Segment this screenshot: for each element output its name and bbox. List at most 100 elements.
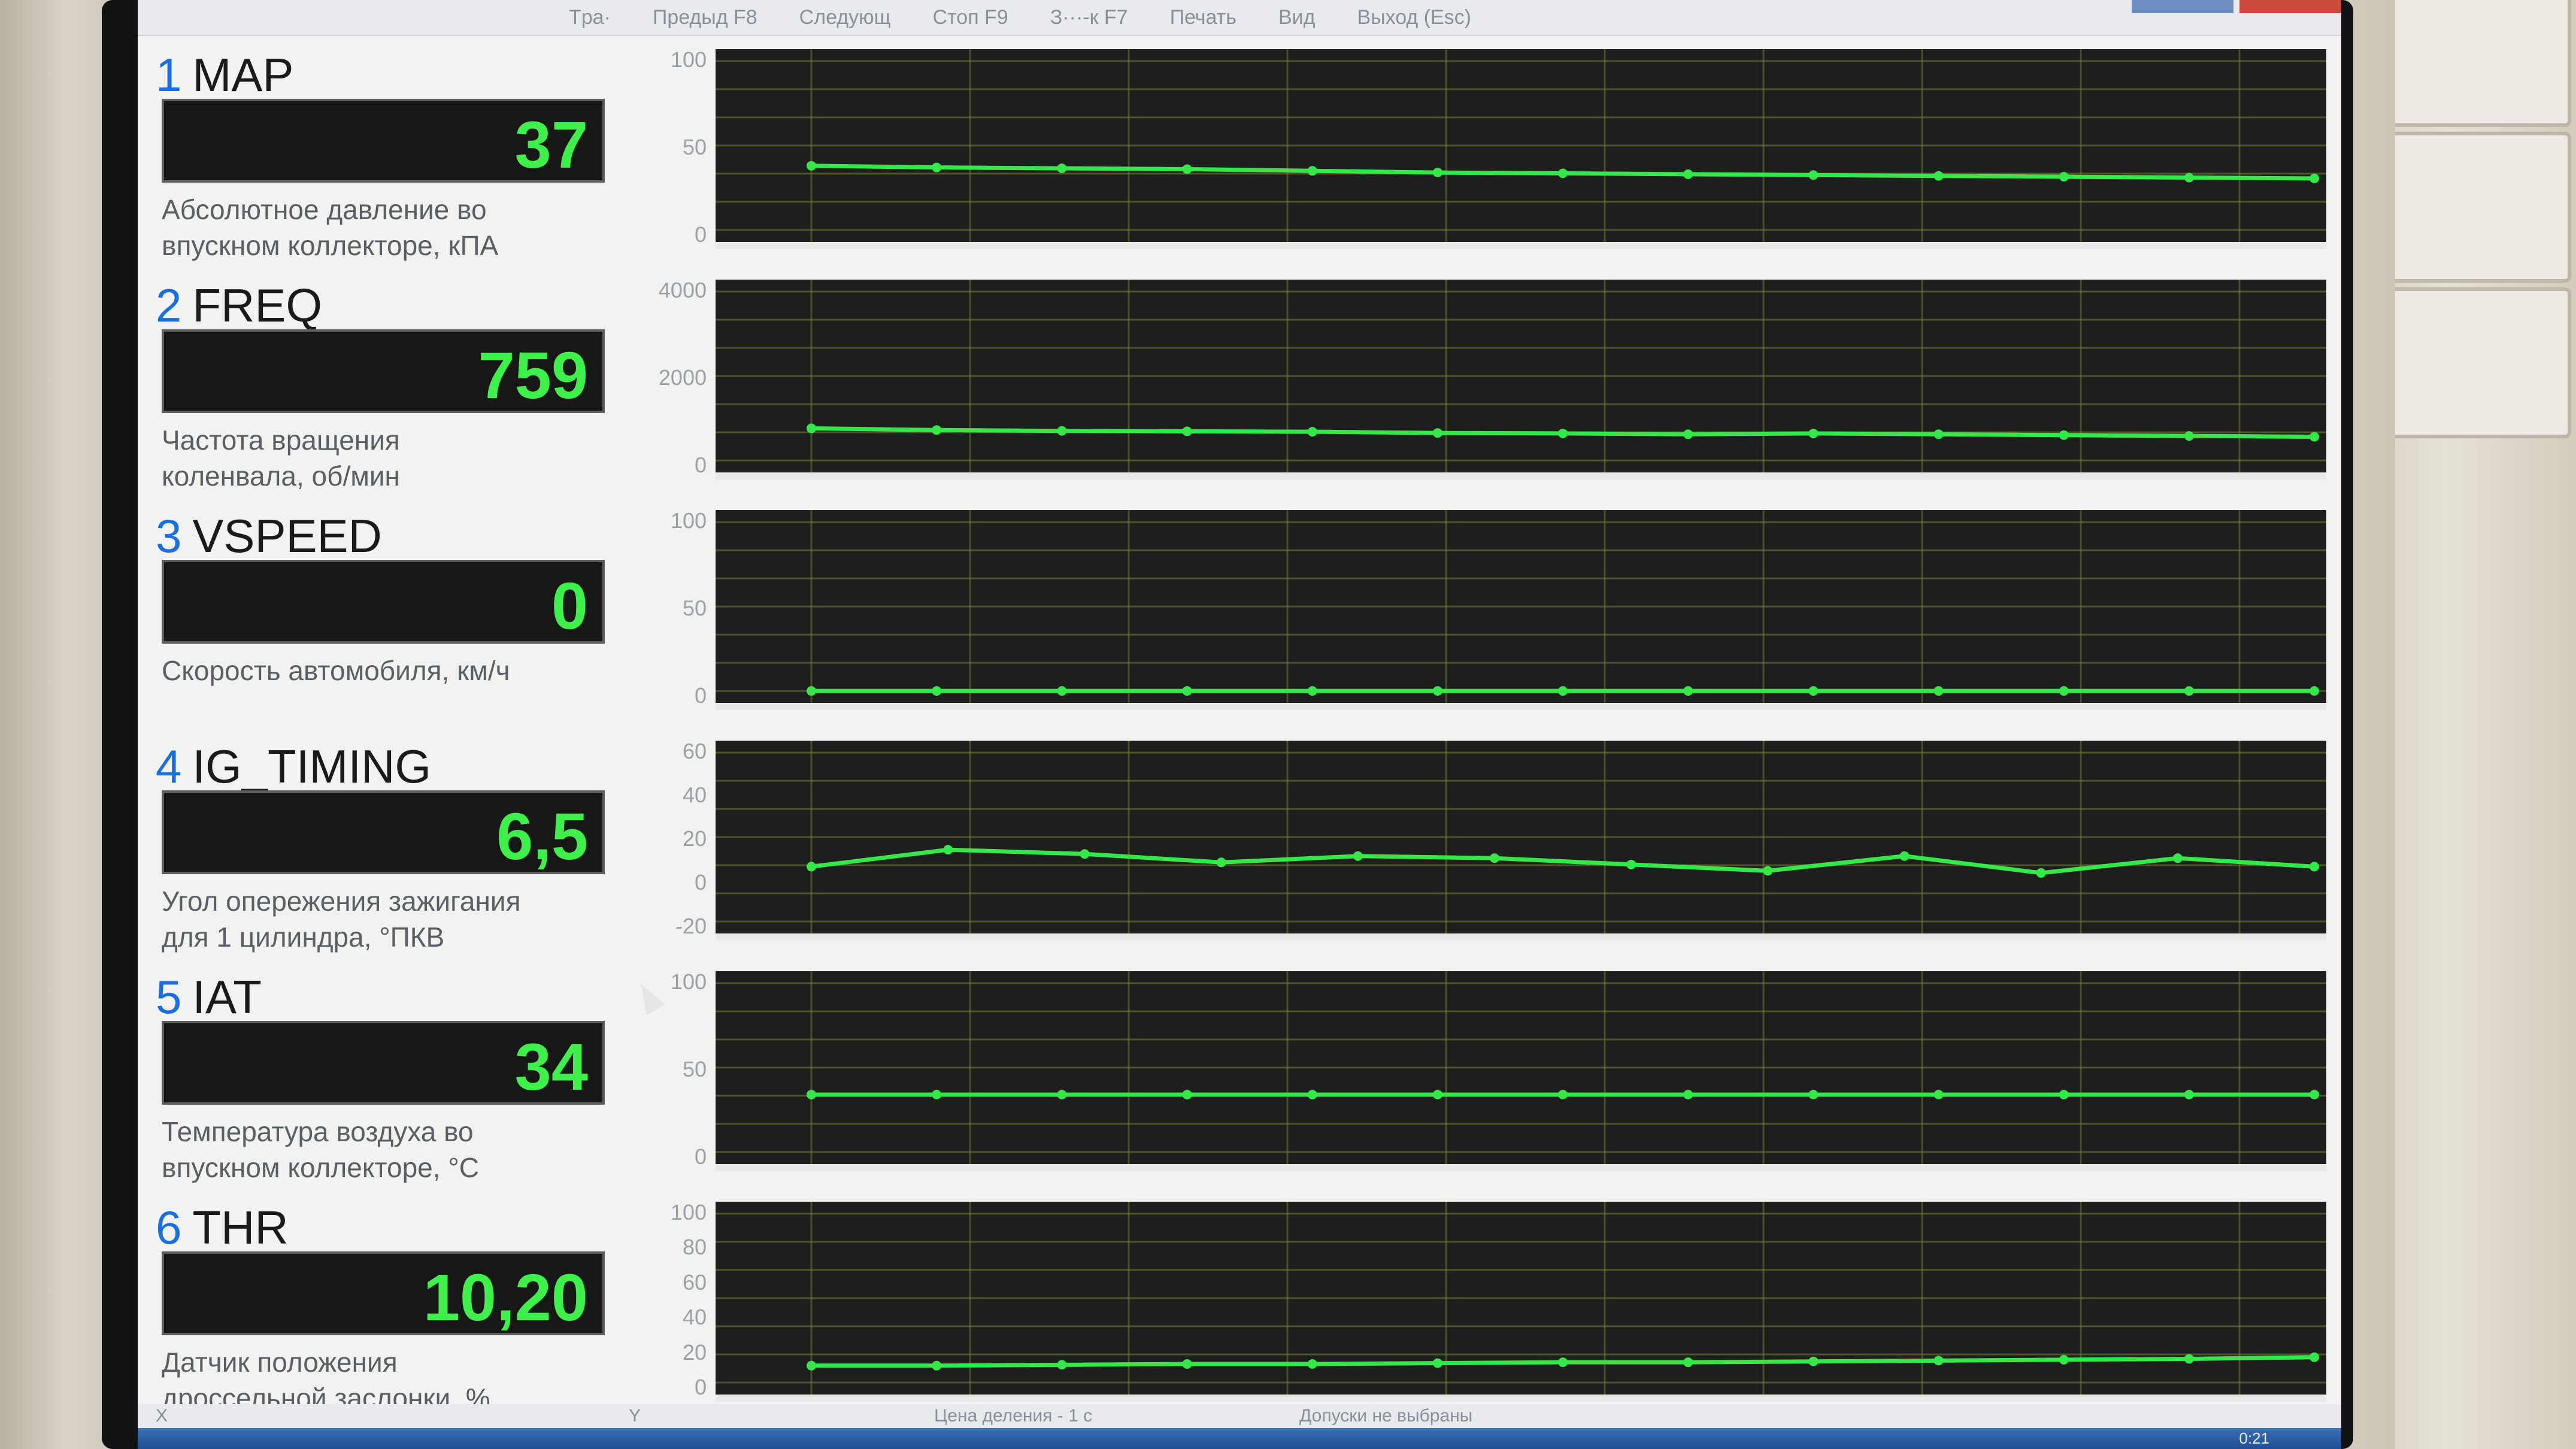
trace-point xyxy=(1432,686,1442,696)
menu-item[interactable]: Tpa· xyxy=(569,6,611,29)
y-tick-label: 40 xyxy=(682,783,707,807)
status-bar: X Y Цена деления - 1 с Допуски не выбран… xyxy=(138,1404,2341,1428)
maximize-button[interactable] xyxy=(2132,0,2233,13)
trace-point xyxy=(1432,1358,1442,1368)
menu-item-stop[interactable]: Стоп F9 xyxy=(933,6,1008,29)
graph-canvas xyxy=(716,1202,2326,1395)
trace-point xyxy=(1558,686,1568,696)
trace-point xyxy=(1933,171,1944,181)
channel-number: 6 xyxy=(156,1201,182,1254)
description-line: Абсолютное давление во xyxy=(162,194,487,225)
trace-point xyxy=(807,1360,816,1371)
menu-item-prev[interactable]: Предыд F8 xyxy=(653,6,757,29)
trace-point xyxy=(1432,168,1442,178)
trace-point xyxy=(943,845,953,855)
trend-graph[interactable] xyxy=(716,510,2326,710)
y-tick-label: 20 xyxy=(682,1339,707,1365)
value-display: 6,5 xyxy=(162,790,605,874)
channel-name: FREQ xyxy=(192,279,323,332)
trace-point xyxy=(1307,686,1317,696)
close-button[interactable] xyxy=(2239,0,2341,13)
channel-info: 1 MAP 37 Абсолютное давление во впускном кол… xyxy=(150,42,653,261)
trace-point xyxy=(2184,172,2194,183)
trace-point xyxy=(2184,1354,2194,1364)
trace-point xyxy=(1057,1090,1067,1100)
menu-item-next[interactable]: Следующ xyxy=(799,6,891,29)
graph-canvas xyxy=(716,49,2326,242)
status-tolerance: Допуски не выбраны xyxy=(1299,1406,1473,1426)
trace-point xyxy=(1353,851,1363,861)
taskbar: 0:21 xyxy=(138,1428,2341,1449)
channel-name: MAP xyxy=(192,48,294,101)
description-line: Температура воздуха во xyxy=(162,1116,474,1147)
channel-title: 2 FREQ xyxy=(156,278,322,333)
value-display: 0 xyxy=(162,560,605,644)
trend-graph[interactable] xyxy=(716,971,2326,1171)
graph-canvas xyxy=(716,971,2326,1164)
trace-point xyxy=(1307,427,1317,437)
y-tick-label: 100 xyxy=(670,969,707,994)
trace-point xyxy=(1899,851,1910,861)
y-tick-label: 100 xyxy=(670,1200,707,1224)
channel-description: Абсолютное давление во впускном коллектор… xyxy=(162,192,641,263)
channel-title: 6 THR xyxy=(156,1201,289,1255)
trend-graph[interactable] xyxy=(716,741,2326,941)
current-value: 34 xyxy=(514,1030,588,1104)
trace-point xyxy=(807,686,816,696)
trace-point xyxy=(1216,857,1226,868)
channel-panel-thr: 6 THR 10,20 Датчик положения дроссельной зас… xyxy=(138,1195,2341,1414)
trace-point xyxy=(1933,429,1944,439)
current-value: 0 xyxy=(551,569,588,643)
y-tick-label: 2000 xyxy=(658,365,707,390)
channel-description: Частота вращения коленвала, об/мин xyxy=(162,422,641,494)
channel-info: 4 IG_TIMING 6,5 Угол опережения зажигания дл… xyxy=(150,733,653,953)
y-tick-label: 0 xyxy=(694,870,707,895)
trace-point xyxy=(2310,862,2319,872)
menu-bar: Tpa· Предыд F8 Следующ Стоп F9 З···-к F7… xyxy=(138,0,2341,36)
menu-item-record[interactable]: З···-к F7 xyxy=(1050,6,1128,29)
channel-description: Скорость автомобиля, км/ч xyxy=(162,653,641,689)
channel-number: 5 xyxy=(156,971,182,1023)
trace-point xyxy=(1432,1090,1442,1100)
description-line: Частота вращения xyxy=(162,425,400,456)
trace-point xyxy=(1683,429,1693,439)
channel-info: 5 IAT 34 Температура воздуха во впускном кол… xyxy=(150,964,653,1183)
trend-graph[interactable] xyxy=(716,49,2326,249)
trace-point xyxy=(2059,430,2069,440)
value-display: 37 xyxy=(162,99,605,183)
trend-graph[interactable] xyxy=(716,280,2326,480)
y-tick-label: 100 xyxy=(670,47,707,72)
trace-point xyxy=(1489,853,1499,863)
trace-point xyxy=(807,1090,816,1100)
trace-point xyxy=(1763,866,1773,876)
channel-number: 3 xyxy=(156,510,182,562)
menu-item-exit[interactable]: Выход (Esc) xyxy=(1357,6,1471,29)
trace-point xyxy=(1307,1090,1317,1100)
trace-point xyxy=(2310,1352,2319,1362)
y-tick-label: 0 xyxy=(694,453,707,477)
trace-point xyxy=(932,1090,942,1100)
y-axis: 100 80 60 40 20 0 xyxy=(647,1195,713,1404)
trace-point xyxy=(932,686,942,696)
graph-canvas xyxy=(716,280,2326,472)
signal-trace xyxy=(811,847,2315,875)
y-tick-label: 0 xyxy=(694,683,707,708)
menu-item-view[interactable]: Вид xyxy=(1278,6,1316,29)
trace-point xyxy=(1683,1090,1693,1100)
trace-point xyxy=(1683,686,1693,696)
y-tick-label: -20 xyxy=(675,914,707,938)
trace-point xyxy=(1558,168,1568,178)
trace-point xyxy=(1057,1360,1067,1370)
trend-graph[interactable] xyxy=(716,1202,2326,1402)
trace-point xyxy=(807,423,816,434)
description-line: для 1 цилиндра, °ПКВ xyxy=(162,921,445,953)
trace-point xyxy=(1558,1090,1568,1100)
y-tick-label: 0 xyxy=(694,1375,707,1399)
trace-point xyxy=(1057,163,1067,174)
menu-item-print[interactable]: Печать xyxy=(1170,6,1237,29)
trace-point xyxy=(2059,1354,2069,1365)
trace-point xyxy=(1558,1357,1568,1368)
trace-point xyxy=(2184,1090,2194,1100)
channel-info: 2 FREQ 759 Частота вращения коленвала, об/ми… xyxy=(150,272,653,492)
description-line: Скорость автомобиля, км/ч xyxy=(162,655,510,686)
